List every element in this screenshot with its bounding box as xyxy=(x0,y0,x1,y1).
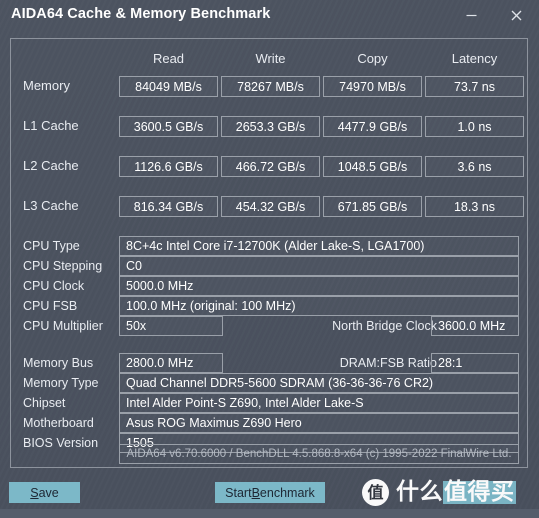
value-memory-bus: 2800.0 MHz xyxy=(119,353,223,373)
version-info-bar: AIDA64 v6.70.6000 / BenchDLL 4.5.868.8-x… xyxy=(119,444,519,464)
l3-write-value: 454.32 GB/s xyxy=(221,196,320,217)
bottom-strip xyxy=(0,509,539,518)
l1-copy-value: 4477.9 GB/s xyxy=(323,116,422,137)
memory-latency-value: 73.7 ns xyxy=(425,76,524,97)
watermark-text-plain: 什么 xyxy=(396,479,443,505)
benchmark-row-l1-cache: L1 Cache 3600.5 GB/s 2653.3 GB/s 4477.9 … xyxy=(11,116,529,137)
info-row-motherboard: Motherboard Asus ROG Maximus Z690 Hero xyxy=(11,413,529,433)
l2-copy-value: 1048.5 GB/s xyxy=(323,156,422,177)
value-cpu-clock: 5000.0 MHz xyxy=(119,276,519,296)
value-cpu-type: 8C+4c Intel Core i7-12700K (Alder Lake-S… xyxy=(119,236,519,256)
close-button[interactable] xyxy=(503,3,529,27)
watermark-text: 什么 值得买 xyxy=(396,481,516,504)
value-dram-fsb-ratio: 28:1 xyxy=(431,353,519,373)
label-cpu-fsb: CPU FSB xyxy=(23,299,78,313)
smzdm-logo-icon: 值 xyxy=(362,479,389,506)
value-motherboard: Asus ROG Maximus Z690 Hero xyxy=(119,413,519,433)
row-label-l3-cache: L3 Cache xyxy=(23,198,79,213)
save-button[interactable]: Save xyxy=(9,482,80,503)
label-cpu-clock: CPU Clock xyxy=(23,279,85,293)
aida64-benchmark-window: AIDA64 Cache & Memory Benchmark Read Wri… xyxy=(0,0,539,518)
memory-copy-value: 74970 MB/s xyxy=(323,76,422,97)
value-north-bridge-clock: 3600.0 MHz xyxy=(431,316,519,336)
title-bar: AIDA64 Cache & Memory Benchmark xyxy=(0,0,539,33)
row-label-l1-cache: L1 Cache xyxy=(23,118,79,133)
value-chipset: Intel Alder Point-S Z690, Intel Alder La… xyxy=(119,393,519,413)
l3-copy-value: 671.85 GB/s xyxy=(323,196,422,217)
row-label-memory: Memory xyxy=(23,78,70,93)
memory-write-value: 78267 MB/s xyxy=(221,76,320,97)
start-label-prefix: Start xyxy=(225,485,252,500)
info-row-cpu-fsb: CPU FSB 100.0 MHz (original: 100 MHz) xyxy=(11,296,529,316)
minimize-button[interactable] xyxy=(458,3,484,27)
l1-read-value: 3600.5 GB/s xyxy=(119,116,218,137)
l2-write-value: 466.72 GB/s xyxy=(221,156,320,177)
start-accel-key: B xyxy=(251,485,260,500)
column-header-latency: Latency xyxy=(451,51,498,66)
info-row-memory-type: Memory Type Quad Channel DDR5-5600 SDRAM… xyxy=(11,373,529,393)
value-cpu-fsb: 100.0 MHz (original: 100 MHz) xyxy=(119,296,519,316)
label-bios-version: BIOS Version xyxy=(23,436,99,450)
label-memory-bus: Memory Bus xyxy=(23,356,94,370)
label-chipset: Chipset xyxy=(23,396,66,410)
save-accel-key: S xyxy=(30,485,39,500)
label-memory-type: Memory Type xyxy=(23,376,99,390)
info-row-memory-bus: Memory Bus 2800.0 MHz DRAM:FSB Ratio 28:… xyxy=(11,353,529,373)
benchmark-column-headers: Read Write Copy Latency xyxy=(11,51,529,71)
label-cpu-multiplier: CPU Multiplier xyxy=(23,319,103,333)
main-panel: Read Write Copy Latency Memory 84049 MB/… xyxy=(10,38,528,468)
start-label-suffix: enchmark xyxy=(259,485,315,500)
value-cpu-multiplier: 50x xyxy=(119,316,223,336)
l3-latency-value: 18.3 ns xyxy=(425,196,524,217)
info-row-cpu-type: CPU Type 8C+4c Intel Core i7-12700K (Ald… xyxy=(11,236,529,256)
l1-write-value: 2653.3 GB/s xyxy=(221,116,320,137)
column-header-write: Write xyxy=(255,51,286,66)
watermark-text-highlight: 值得买 xyxy=(443,479,516,505)
label-cpu-type: CPU Type xyxy=(23,239,80,253)
l1-latency-value: 1.0 ns xyxy=(425,116,524,137)
window-title: AIDA64 Cache & Memory Benchmark xyxy=(11,6,271,22)
info-row-cpu-stepping: CPU Stepping C0 xyxy=(11,256,529,276)
info-row-chipset: Chipset Intel Alder Point-S Z690, Intel … xyxy=(11,393,529,413)
benchmark-row-memory: Memory 84049 MB/s 78267 MB/s 74970 MB/s … xyxy=(11,76,529,97)
save-label-suffix: ave xyxy=(38,485,59,500)
minimize-icon xyxy=(466,14,476,16)
value-memory-type: Quad Channel DDR5-5600 SDRAM (36-36-36-7… xyxy=(119,373,519,393)
l2-latency-value: 3.6 ns xyxy=(425,156,524,177)
watermark: 值 什么 值得买 xyxy=(362,479,516,506)
info-row-cpu-multiplier: CPU Multiplier 50x North Bridge Clock 36… xyxy=(11,316,529,336)
label-cpu-stepping: CPU Stepping xyxy=(23,259,103,273)
label-north-bridge-clock: North Bridge Clock xyxy=(332,319,437,333)
close-icon xyxy=(511,10,521,20)
start-benchmark-button[interactable]: Start Benchmark xyxy=(215,482,325,503)
label-dram-fsb-ratio: DRAM:FSB Ratio xyxy=(339,356,437,370)
benchmark-row-l2-cache: L2 Cache 1126.6 GB/s 466.72 GB/s 1048.5 … xyxy=(11,156,529,177)
column-header-copy: Copy xyxy=(357,51,388,66)
label-motherboard: Motherboard xyxy=(23,416,94,430)
row-label-l2-cache: L2 Cache xyxy=(23,158,79,173)
value-cpu-stepping: C0 xyxy=(119,256,519,276)
l2-read-value: 1126.6 GB/s xyxy=(119,156,218,177)
info-row-cpu-clock: CPU Clock 5000.0 MHz xyxy=(11,276,529,296)
l3-read-value: 816.34 GB/s xyxy=(119,196,218,217)
benchmark-row-l3-cache: L3 Cache 816.34 GB/s 454.32 GB/s 671.85 … xyxy=(11,196,529,217)
memory-read-value: 84049 MB/s xyxy=(119,76,218,97)
column-header-read: Read xyxy=(152,51,185,66)
